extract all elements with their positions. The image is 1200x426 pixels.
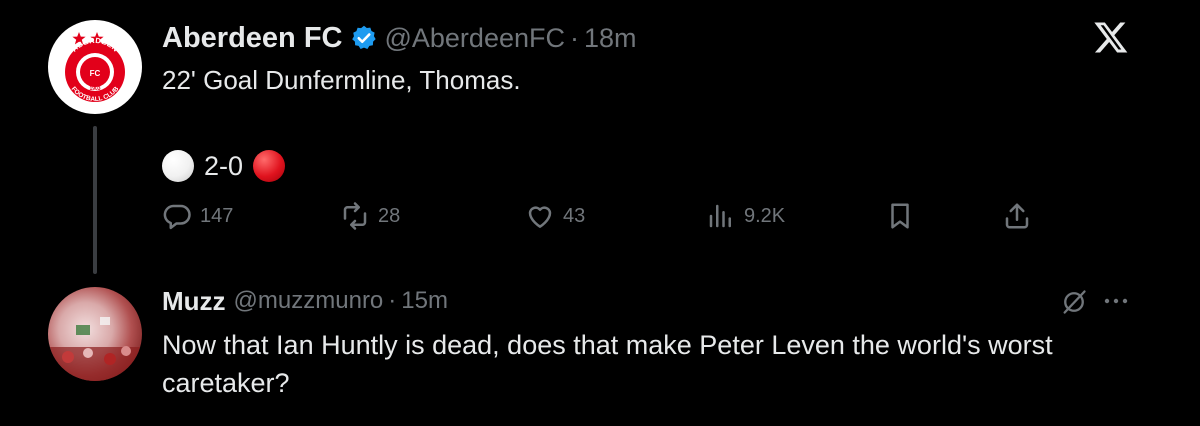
x-logo-icon[interactable] [1093, 19, 1129, 55]
reply-header: Muzz @muzzmunro · 15m [162, 281, 448, 321]
reply-button[interactable]: 147 [162, 198, 233, 234]
score-line: 2-0 [162, 148, 286, 184]
timestamp[interactable]: 18m [584, 23, 637, 54]
thread-connector-line [93, 126, 97, 274]
aberdeen-crest-icon: ABERDEEN FOOTBALL CLUB FC 1903 [65, 32, 125, 103]
reply-timestamp[interactable]: 15m [401, 287, 448, 315]
separator-dot: · [569, 22, 579, 53]
avatar-aberdeen-fc[interactable]: ABERDEEN FOOTBALL CLUB FC 1903 [48, 20, 142, 114]
crest-year-text: 1903 [89, 86, 100, 92]
views-count: 9.2K [744, 204, 786, 227]
crest-badge-text: FC [90, 69, 101, 78]
repost-icon [343, 202, 367, 230]
red-circle-icon [253, 150, 286, 182]
bookmark-button[interactable] [885, 198, 915, 234]
share-button[interactable] [1002, 198, 1032, 234]
reply-count: 147 [200, 204, 234, 227]
views-icon [709, 204, 731, 228]
grok-icon[interactable] [1060, 288, 1088, 316]
reply-author-handle[interactable]: @muzzmunro [234, 287, 384, 315]
bookmark-icon [891, 203, 909, 229]
reply-text: Now that Ian Huntly is dead, does that m… [162, 330, 1053, 398]
reply-author-name[interactable]: Muzz [162, 286, 226, 317]
more-icon[interactable] [1102, 291, 1130, 311]
repost-count: 28 [378, 204, 401, 227]
repost-button[interactable]: 28 [340, 198, 400, 234]
tweet-text: 22' Goal Dunfermline, Thomas. [162, 65, 521, 95]
timeline: ABERDEEN FOOTBALL CLUB FC 1903 Aberdeen … [0, 0, 1200, 426]
crowd-photo-icon [48, 317, 142, 381]
tweet-header: Aberdeen FC @AberdeenFC · 18m [162, 16, 637, 60]
heart-icon [528, 206, 552, 228]
author-handle[interactable]: @AberdeenFC [384, 23, 565, 54]
author-name[interactable]: Aberdeen FC [162, 22, 342, 55]
verified-badge-icon [352, 25, 377, 49]
like-count: 43 [563, 204, 586, 227]
avatar-muzz[interactable] [48, 287, 142, 381]
views-button[interactable]: 9.2K [706, 198, 785, 234]
reply-icon [163, 204, 191, 230]
reply-separator-dot: · [388, 287, 397, 314]
like-button[interactable]: 43 [525, 198, 585, 234]
score-text: 2-0 [204, 150, 244, 181]
white-circle-icon [162, 150, 194, 182]
share-icon [1005, 203, 1029, 229]
